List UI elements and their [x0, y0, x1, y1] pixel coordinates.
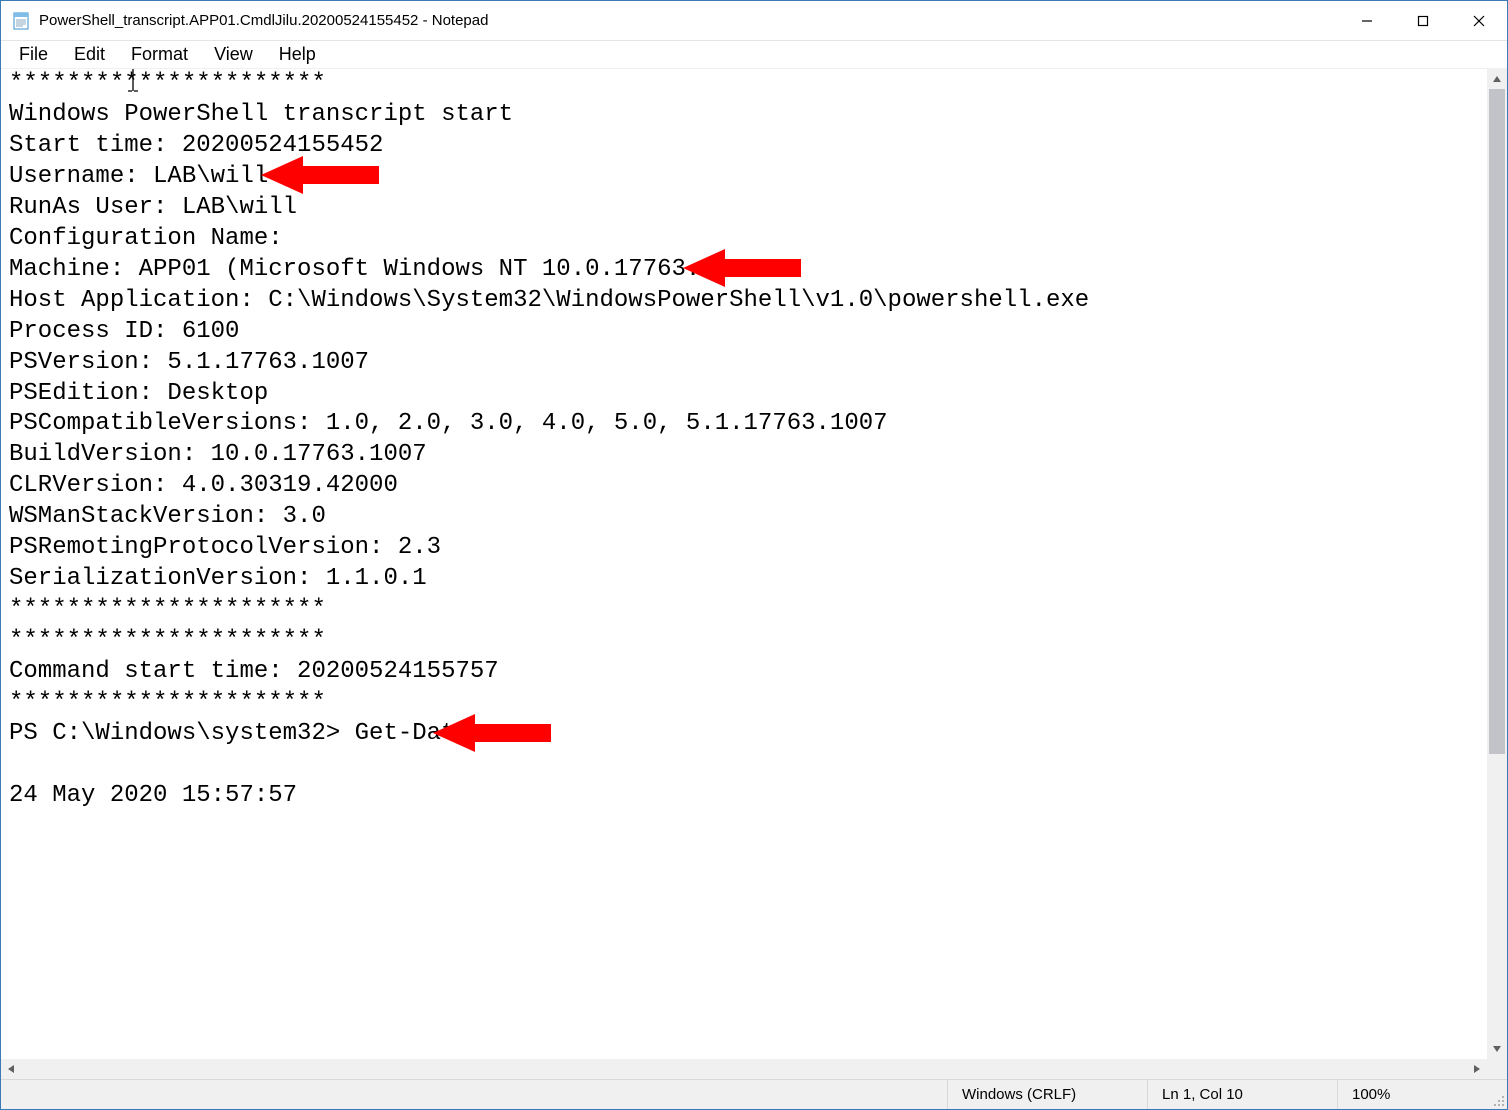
vscroll-track[interactable] — [1487, 89, 1507, 1039]
scroll-right-icon[interactable] — [1467, 1059, 1487, 1079]
status-spacer — [1, 1080, 947, 1109]
statusbar: Windows (CRLF) Ln 1, Col 10 100% — [1, 1079, 1507, 1109]
content-wrap: ********************** Windows PowerShel… — [1, 69, 1507, 1059]
vscroll-thumb[interactable] — [1489, 89, 1505, 754]
status-cursor-position: Ln 1, Col 10 — [1147, 1080, 1337, 1109]
maximize-button[interactable] — [1395, 1, 1451, 40]
status-line-ending: Windows (CRLF) — [947, 1080, 1147, 1109]
menu-format[interactable]: Format — [119, 42, 200, 67]
notepad-icon — [11, 11, 31, 31]
window-controls — [1339, 1, 1507, 40]
close-button[interactable] — [1451, 1, 1507, 40]
scroll-up-icon[interactable] — [1487, 69, 1507, 89]
text-area[interactable]: ********************** Windows PowerShel… — [1, 69, 1487, 1059]
menu-help[interactable]: Help — [267, 42, 328, 67]
minimize-button[interactable] — [1339, 1, 1395, 40]
menu-file[interactable]: File — [7, 42, 60, 67]
scroll-corner — [1487, 1059, 1507, 1079]
titlebar: PowerShell_transcript.APP01.CmdlJilu.202… — [1, 1, 1507, 41]
horizontal-scrollbar[interactable] — [1, 1059, 1507, 1079]
hscroll-track[interactable] — [21, 1059, 1467, 1079]
menu-view[interactable]: View — [202, 42, 265, 67]
status-zoom: 100% — [1337, 1080, 1487, 1109]
scroll-down-icon[interactable] — [1487, 1039, 1507, 1059]
menubar: File Edit Format View Help — [1, 41, 1507, 69]
window-title: PowerShell_transcript.APP01.CmdlJilu.202… — [39, 12, 1339, 29]
vertical-scrollbar[interactable] — [1487, 69, 1507, 1059]
resize-grip-icon[interactable] — [1487, 1080, 1507, 1109]
scroll-left-icon[interactable] — [1, 1059, 21, 1079]
menu-edit[interactable]: Edit — [62, 42, 117, 67]
